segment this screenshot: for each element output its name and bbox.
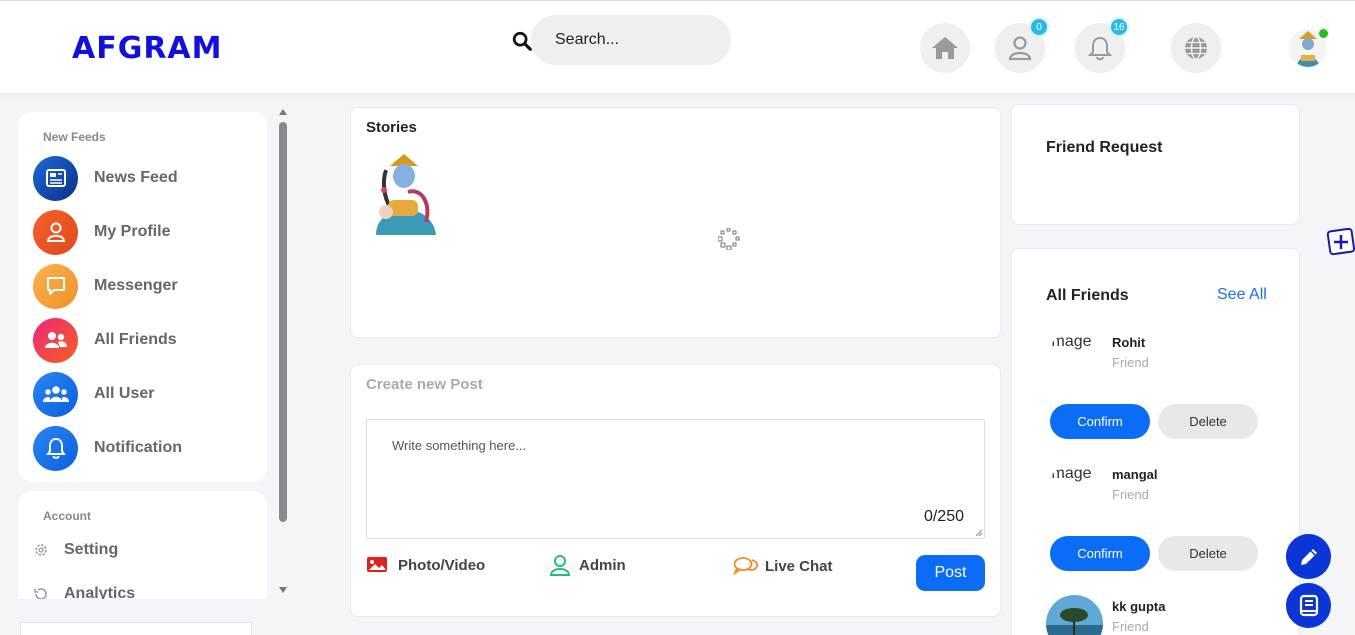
chat-icon xyxy=(46,277,65,295)
sidebar-item-label: Notification xyxy=(94,439,182,456)
friend-avatar[interactable] xyxy=(1046,595,1103,635)
delete-button[interactable]: Delete xyxy=(1158,536,1258,571)
post-textarea[interactable]: Write something here... 0/250 xyxy=(366,419,985,539)
history-icon xyxy=(34,588,47,599)
friend-avatar[interactable]: image xyxy=(1046,332,1103,389)
gear-icon xyxy=(35,544,47,556)
newspaper-icon xyxy=(45,169,66,187)
resize-handle-icon[interactable] xyxy=(975,529,983,537)
all-friends-title: All Friends xyxy=(1046,287,1129,304)
account-heading: Account xyxy=(43,509,91,523)
see-all-link[interactable]: See All xyxy=(1217,286,1267,304)
sidebar-item-all-friends[interactable]: All Friends xyxy=(33,317,253,363)
users-icon xyxy=(42,386,69,402)
feeds-heading: New Feeds xyxy=(43,130,106,144)
user-icon xyxy=(549,555,571,576)
sidebar-item-all-user[interactable]: All User xyxy=(33,371,253,417)
pencil-icon xyxy=(1300,548,1317,565)
globe-icon xyxy=(1185,36,1207,60)
search-input[interactable] xyxy=(531,15,731,65)
character-counter: 0/250 xyxy=(923,508,964,525)
friend-name[interactable]: mangal xyxy=(1112,467,1158,482)
friend-status: Friend xyxy=(1112,355,1149,370)
scroll-down-icon[interactable] xyxy=(278,586,288,594)
friends-icon xyxy=(44,332,67,348)
sidebar-item-messenger[interactable]: Messenger xyxy=(33,263,253,309)
sidebar-item-my-profile[interactable]: My Profile xyxy=(33,209,253,255)
create-post-title: Create new Post xyxy=(366,376,483,393)
notifications-badge: 16 xyxy=(1109,17,1129,37)
bell-icon xyxy=(1088,36,1112,61)
online-status-dot xyxy=(1319,29,1328,38)
scroll-thumb[interactable] xyxy=(279,122,287,522)
friend-request-title: Friend Request xyxy=(1046,139,1163,156)
confirm-button[interactable]: Confirm xyxy=(1050,404,1150,439)
add-square-icon[interactable] xyxy=(1326,227,1355,257)
stories-card: Stories xyxy=(350,107,1001,338)
book-icon xyxy=(1299,594,1318,616)
sidebar-item-label: Messenger xyxy=(94,277,178,294)
account-menu-card: Account Setting Analytics xyxy=(18,491,267,599)
sidebar-item-setting[interactable]: Setting xyxy=(33,541,118,559)
sidebar-item-label: News Feed xyxy=(94,169,178,186)
sidebar-extra-card xyxy=(20,622,252,635)
post-button[interactable]: Post xyxy=(916,555,985,591)
loading-spinner-icon xyxy=(718,228,740,250)
friends-nav-button[interactable]: 0 xyxy=(995,17,1049,73)
friends-badge: 0 xyxy=(1029,17,1049,37)
friend-request-card: Friend Request xyxy=(1011,104,1300,225)
globe-button[interactable] xyxy=(1171,23,1221,73)
app-logo[interactable]: AFGRAM xyxy=(72,31,223,66)
live-chat-button[interactable]: Live Chat xyxy=(733,556,833,576)
delete-button[interactable]: Delete xyxy=(1158,404,1258,439)
compose-fab-button[interactable] xyxy=(1286,534,1331,579)
admin-label: Admin xyxy=(579,556,626,574)
post-placeholder: Write something here... xyxy=(392,438,527,453)
user-icon xyxy=(46,222,65,242)
stories-title: Stories xyxy=(366,119,417,136)
notifications-nav-button[interactable]: 16 xyxy=(1075,17,1129,73)
friend-name[interactable]: kk gupta xyxy=(1112,599,1165,614)
photo-video-button[interactable]: Photo/Video xyxy=(366,556,485,574)
live-chat-label: Live Chat xyxy=(765,557,833,575)
home-button[interactable] xyxy=(920,23,970,73)
friend-avatar[interactable]: image xyxy=(1046,464,1103,521)
book-fab-button[interactable] xyxy=(1286,583,1331,628)
scroll-up-icon[interactable] xyxy=(278,108,288,116)
feeds-menu-card: New Feeds News Feed My Profile Messenger… xyxy=(18,112,267,482)
create-post-card: Create new Post Write something here... … xyxy=(350,364,1001,617)
top-header: AFGRAM 0 16 xyxy=(0,0,1355,93)
sidebar-item-label: My Profile xyxy=(94,223,171,240)
bell-icon xyxy=(45,437,66,459)
photo-video-label: Photo/Video xyxy=(398,556,486,574)
friend-status: Friend xyxy=(1112,619,1149,634)
comments-icon xyxy=(733,557,759,576)
sidebar-item-news-feed[interactable]: News Feed xyxy=(33,155,253,201)
friend-photo xyxy=(1046,595,1103,635)
sidebar-item-label: Analytics xyxy=(64,585,136,599)
sidebar-item-label: Setting xyxy=(64,541,119,558)
search-icon[interactable] xyxy=(511,30,533,52)
sidebar-item-label: All Friends xyxy=(94,331,177,348)
broken-image-alt: image xyxy=(1048,465,1092,482)
story-thumbnail[interactable] xyxy=(366,152,444,235)
admin-button[interactable]: Admin xyxy=(549,554,626,576)
sidebar-item-analytics[interactable]: Analytics xyxy=(33,585,135,599)
broken-image-alt: image xyxy=(1048,333,1092,350)
home-icon xyxy=(932,37,958,59)
story-image xyxy=(366,152,444,235)
user-icon xyxy=(1008,36,1032,61)
sidebar-item-notification[interactable]: Notification xyxy=(33,425,253,471)
confirm-button[interactable]: Confirm xyxy=(1050,536,1150,571)
friend-name[interactable]: Rohit xyxy=(1112,335,1145,350)
sidebar-scrollbar[interactable] xyxy=(277,108,289,594)
image-icon xyxy=(367,557,387,572)
sidebar-item-label: All User xyxy=(94,385,155,402)
friend-status: Friend xyxy=(1112,487,1149,502)
all-friends-card: All Friends See All image Rohit Friend C… xyxy=(1011,248,1300,635)
